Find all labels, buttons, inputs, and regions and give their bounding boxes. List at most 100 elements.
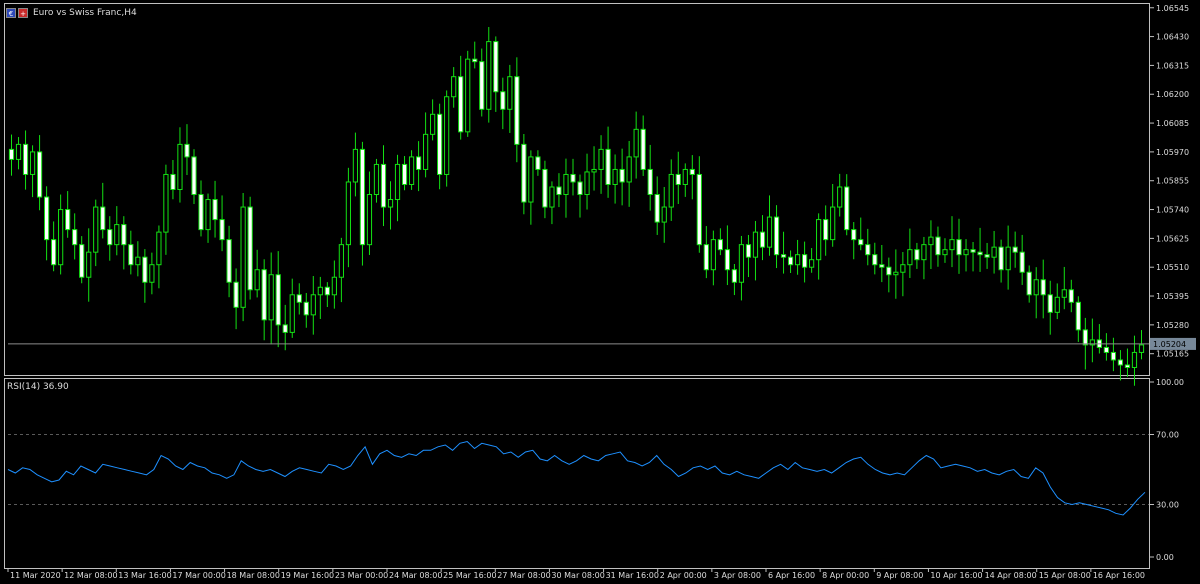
candle-body bbox=[142, 256, 148, 283]
candle-body bbox=[991, 246, 997, 258]
candle-body bbox=[977, 251, 983, 256]
candle-body bbox=[268, 274, 274, 321]
candle-body bbox=[745, 244, 752, 258]
candle-body bbox=[261, 269, 267, 321]
candle-body bbox=[935, 236, 941, 256]
candle-body bbox=[689, 168, 695, 175]
candle-body bbox=[226, 239, 232, 283]
candle-body bbox=[479, 61, 485, 110]
candle-body bbox=[844, 186, 850, 231]
price-tick-label: 1.06315 bbox=[1156, 61, 1189, 70]
candle-body bbox=[780, 254, 787, 258]
candle-body bbox=[289, 294, 295, 333]
candle-body bbox=[1047, 294, 1053, 313]
candle-body bbox=[731, 269, 738, 283]
candle-body bbox=[1040, 279, 1046, 296]
rsi-tick-label: 30.00 bbox=[1156, 501, 1179, 510]
candle-body bbox=[837, 186, 843, 208]
candle-body bbox=[387, 199, 394, 208]
candle-body bbox=[177, 143, 183, 190]
candle-body bbox=[661, 206, 667, 223]
candle-body bbox=[928, 236, 934, 246]
price-tick-label: 1.05510 bbox=[1156, 263, 1189, 272]
candle-body bbox=[282, 324, 288, 333]
price-tick-label: 1.05625 bbox=[1156, 234, 1189, 243]
candle-body bbox=[128, 244, 134, 266]
candle-body bbox=[809, 259, 815, 268]
candle-body bbox=[1026, 271, 1032, 296]
candle-body bbox=[900, 264, 906, 273]
candle-body bbox=[219, 219, 225, 241]
candle-body bbox=[8, 148, 15, 160]
candle-body bbox=[605, 148, 611, 185]
candle-body bbox=[556, 186, 562, 196]
candle-body bbox=[886, 266, 892, 276]
time-tick-label: 24 Mar 08:00 bbox=[389, 571, 442, 580]
candle-body bbox=[619, 168, 625, 183]
candle-body bbox=[163, 173, 169, 233]
candle-body bbox=[36, 151, 43, 198]
candle-body bbox=[703, 244, 709, 271]
time-tick-label: 2 Apr 00:00 bbox=[660, 571, 707, 580]
time-tick-label: 17 Mar 00:00 bbox=[172, 571, 225, 580]
candle-body bbox=[724, 249, 731, 271]
candle-body bbox=[584, 171, 590, 196]
candle-body bbox=[43, 196, 50, 241]
candle-body bbox=[486, 41, 492, 110]
candle-body bbox=[696, 173, 702, 246]
price-tick-label: 1.06085 bbox=[1156, 119, 1189, 128]
candle-body bbox=[1033, 279, 1039, 296]
time-tick-label: 12 Mar 08:00 bbox=[64, 571, 117, 580]
candle-body bbox=[324, 286, 330, 296]
euro-flag-icon: € bbox=[6, 8, 16, 18]
candle-body bbox=[1117, 359, 1124, 366]
candle-body bbox=[107, 229, 113, 246]
time-tick-label: 13 Mar 16:00 bbox=[118, 571, 171, 580]
time-tick-label: 27 Mar 08:00 bbox=[497, 571, 550, 580]
candle-body bbox=[345, 181, 352, 246]
time-tick-label: 19 Mar 16:00 bbox=[281, 571, 334, 580]
time-tick-label: 8 Apr 00:00 bbox=[822, 571, 869, 580]
candle-body bbox=[598, 148, 604, 170]
candle-body bbox=[612, 168, 618, 185]
candle-body bbox=[58, 209, 64, 266]
candle-body bbox=[331, 276, 337, 296]
candle-body bbox=[1012, 246, 1018, 253]
rsi-tick-label: 100.00 bbox=[1156, 378, 1184, 387]
candle-body bbox=[738, 244, 745, 283]
candle-body bbox=[654, 194, 660, 223]
candle-body bbox=[830, 206, 836, 241]
candle-body bbox=[212, 199, 218, 221]
candle-body bbox=[570, 173, 576, 183]
candle-body bbox=[1124, 364, 1131, 368]
candle-body bbox=[451, 76, 457, 98]
candle-body bbox=[577, 181, 583, 196]
candle-body bbox=[752, 231, 759, 258]
candle-body bbox=[794, 254, 801, 266]
candle-body bbox=[942, 249, 948, 256]
candle-body bbox=[317, 286, 323, 296]
candle-body bbox=[851, 229, 857, 241]
candle-body bbox=[458, 76, 464, 133]
candle-body bbox=[514, 76, 520, 145]
candle-body bbox=[963, 249, 969, 256]
candle-body bbox=[86, 251, 92, 278]
candle-body bbox=[1082, 329, 1088, 346]
price-tick-label: 1.06430 bbox=[1156, 33, 1189, 42]
candle-body bbox=[759, 231, 766, 248]
candle-body bbox=[100, 206, 106, 231]
time-tick-label: 25 Mar 16:00 bbox=[443, 571, 496, 580]
candle-body bbox=[823, 219, 829, 241]
candle-body bbox=[184, 143, 190, 158]
price-tick-label: 1.06545 bbox=[1156, 4, 1189, 13]
rsi-tick-label: 70.00 bbox=[1156, 431, 1179, 440]
candle-body bbox=[717, 239, 723, 251]
candle-body bbox=[275, 274, 281, 326]
current-price-label: 1.05204 bbox=[1153, 340, 1186, 349]
candle-body bbox=[191, 156, 197, 196]
time-tick-label: 15 Apr 08:00 bbox=[1039, 571, 1091, 580]
time-tick-label: 10 Apr 16:00 bbox=[930, 571, 982, 580]
time-tick-label: 11 Mar 2020 bbox=[10, 571, 61, 580]
candle-body bbox=[205, 199, 211, 231]
candle-body bbox=[865, 244, 871, 256]
